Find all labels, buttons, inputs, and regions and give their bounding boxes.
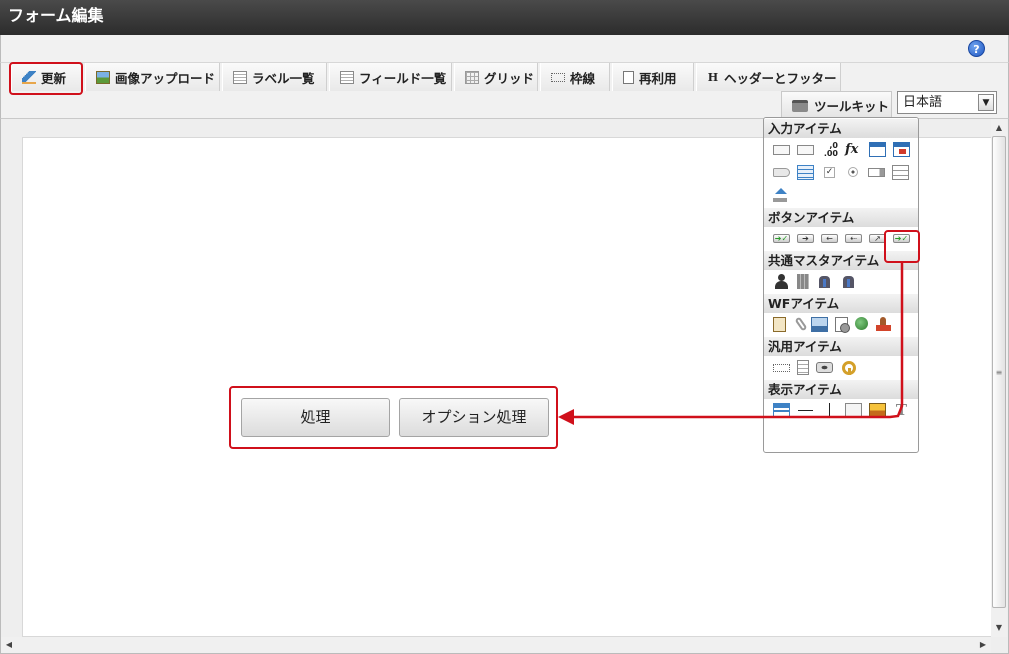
reuse-label: 再利用: [639, 70, 677, 86]
hidden-field-icon[interactable]: [773, 364, 790, 372]
scroll-right-icon[interactable]: ▶: [975, 637, 991, 653]
toolkit-tab[interactable]: ツールキット: [781, 91, 892, 119]
language-value: 日本語: [903, 95, 943, 110]
toolkit-palette: 入力アイテム ,0.00 fx ✓ ボタンアイテム ➔✓ ➔ ← ⇠ ↗ ➔✓ …: [763, 117, 919, 453]
checkbox-icon[interactable]: ✓: [824, 167, 835, 178]
listbox-icon[interactable]: [892, 165, 909, 180]
frame-button[interactable]: 枠線: [540, 63, 610, 91]
grid-icon: [465, 70, 479, 84]
frame-label: 枠線: [570, 70, 596, 86]
grid-label: グリッド: [484, 70, 535, 86]
header-icon: H: [707, 70, 719, 84]
header-footer-button[interactable]: H ヘッダーとフッター: [696, 63, 841, 91]
palette-row: [764, 313, 918, 336]
language-select[interactable]: 日本語 ▼: [897, 91, 997, 114]
update-label: 更新: [41, 70, 67, 86]
section-button-items: ボタンアイテム: [764, 207, 918, 227]
image-icon[interactable]: [869, 403, 886, 418]
field-list-label: フィールド一覧: [359, 70, 447, 86]
palette-row: ✓: [764, 161, 918, 184]
image-upload-icon: [96, 70, 110, 84]
top-bar: ?: [0, 35, 1009, 63]
palette-row: ,0.00 fx: [764, 138, 918, 161]
vertical-scrollbar[interactable]: ▲ ≡ ▼: [991, 119, 1007, 637]
field-list-button[interactable]: フィールド一覧: [329, 63, 452, 91]
select-icon[interactable]: [868, 168, 885, 177]
section-common-master-items: 共通マスタアイテム: [764, 250, 918, 270]
position-icon[interactable]: [840, 274, 857, 289]
toolbox-icon: [792, 99, 808, 112]
image-upload-label: 画像アップロード: [115, 70, 216, 86]
section-wf-items: WFアイテム: [764, 293, 918, 313]
user-icon[interactable]: [773, 274, 790, 289]
next-button-icon[interactable]: ➔: [797, 234, 814, 243]
calendar-icon[interactable]: [869, 142, 886, 157]
camera-icon[interactable]: [816, 362, 833, 373]
text-area-icon[interactable]: [797, 360, 809, 375]
forward-button-icon[interactable]: ↗: [869, 234, 886, 243]
palette-row: [764, 270, 918, 293]
stamp-icon[interactable]: [875, 317, 892, 332]
globe-icon[interactable]: [855, 317, 868, 330]
number-field-icon[interactable]: ,0.00: [821, 142, 838, 158]
picture-icon[interactable]: [811, 317, 828, 332]
paperclip-icon[interactable]: [794, 316, 808, 332]
document-icon: [623, 70, 634, 84]
scroll-down-icon[interactable]: ▼: [991, 620, 1007, 636]
formula-icon[interactable]: fx: [845, 142, 862, 157]
organization-icon[interactable]: [816, 274, 833, 289]
chevron-down-icon[interactable]: ▼: [978, 94, 994, 111]
history-icon[interactable]: [835, 317, 850, 333]
scroll-up-icon[interactable]: ▲: [991, 120, 1007, 136]
clipboard-icon[interactable]: [773, 317, 786, 332]
table-icon[interactable]: [797, 165, 814, 180]
grid-button[interactable]: グリッド: [454, 63, 538, 91]
key-icon[interactable]: [840, 360, 857, 375]
horizontal-line-icon[interactable]: [797, 403, 814, 418]
list-icon: [233, 70, 247, 84]
update-icon: [22, 70, 36, 84]
page-title: フォーム編集: [0, 0, 1009, 35]
toolbar: 更新 画像アップロード ラベル一覧 フィールド一覧 グリッド 枠線 再利用 H …: [0, 63, 1009, 119]
return-button-icon[interactable]: ⇠: [845, 234, 862, 243]
toolkit-label: ツールキット: [814, 99, 890, 114]
label-field-icon[interactable]: [773, 145, 790, 155]
update-button[interactable]: 更新: [11, 63, 83, 91]
palette-row: [764, 184, 918, 207]
file-upload-icon[interactable]: [773, 188, 787, 203]
option-process-button[interactable]: オプション処理: [399, 398, 549, 437]
label-list-label: ラベル一覧: [252, 70, 315, 86]
scroll-left-icon[interactable]: ◀: [1, 637, 17, 653]
reuse-button[interactable]: 再利用: [612, 63, 694, 91]
building-icon[interactable]: [797, 274, 809, 289]
help-icon[interactable]: ?: [968, 40, 985, 57]
section-display-items: 表示アイテム: [764, 379, 918, 399]
process-button[interactable]: 処理: [241, 398, 390, 437]
palette-row: [764, 356, 918, 379]
text-field-icon[interactable]: [797, 145, 814, 155]
image-upload-button[interactable]: 画像アップロード: [85, 63, 220, 91]
palette-row: T: [764, 399, 918, 422]
submit-button-icon[interactable]: ➔✓: [773, 234, 790, 243]
horizontal-scrollbar[interactable]: ◀ ▶: [1, 637, 991, 653]
vertical-line-icon[interactable]: [821, 403, 838, 418]
section-general-items: 汎用アイテム: [764, 336, 918, 356]
header-footer-label: ヘッダーとフッター: [724, 70, 837, 86]
label-icon[interactable]: [773, 403, 790, 418]
process-button-icon[interactable]: ➔✓: [893, 234, 910, 243]
tag-icon[interactable]: [773, 168, 790, 177]
section-input-items: 入力アイテム: [764, 118, 918, 138]
radio-icon[interactable]: [848, 167, 858, 177]
text-icon[interactable]: T: [893, 403, 910, 418]
box-icon[interactable]: [845, 403, 862, 418]
label-list-button[interactable]: ラベル一覧: [222, 63, 327, 91]
list-icon: [340, 70, 354, 84]
scroll-thumb[interactable]: ≡: [992, 136, 1006, 608]
date-range-icon[interactable]: [893, 142, 910, 157]
palette-row: ➔✓ ➔ ← ⇠ ↗ ➔✓: [764, 227, 918, 250]
back-button-icon[interactable]: ←: [821, 234, 838, 243]
frame-icon: [551, 72, 565, 82]
